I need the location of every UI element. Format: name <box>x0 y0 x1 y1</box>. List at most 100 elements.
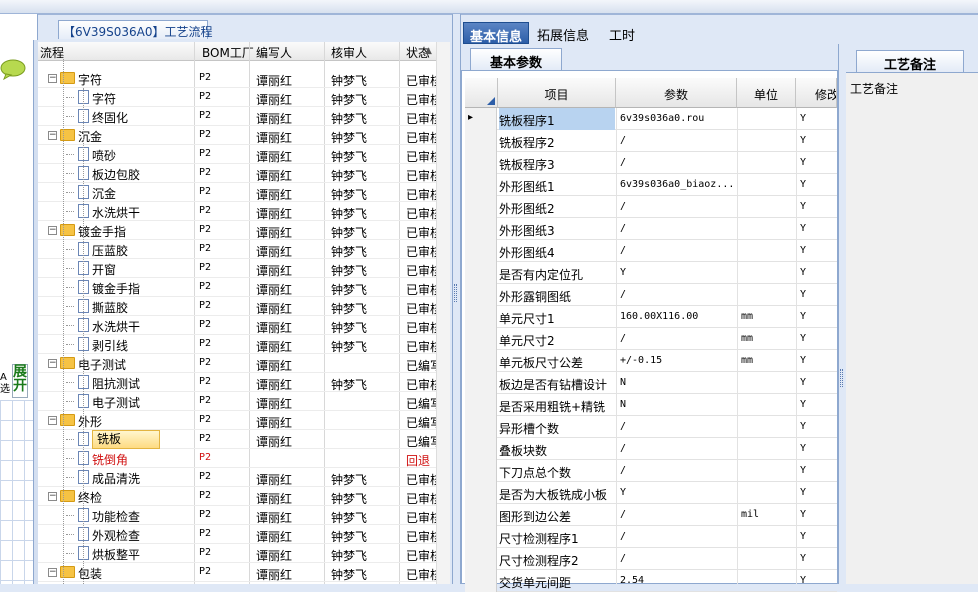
tree-row[interactable]: − 镀金手指 P2 谭丽红 钟梦飞 已审核 <box>38 221 436 240</box>
tree-row[interactable]: − 字符 P2 谭丽红 钟梦飞 已审核 <box>38 69 436 88</box>
row-header[interactable] <box>465 262 497 284</box>
chat-bubble-icon[interactable] <box>0 58 26 80</box>
param-value[interactable]: / <box>620 135 738 146</box>
row-header[interactable] <box>465 152 497 174</box>
row-header[interactable] <box>465 372 497 394</box>
param-row[interactable]: 外形露铜图纸 / Y <box>465 284 837 306</box>
col-value[interactable]: 参数 <box>616 78 737 108</box>
col-process[interactable]: 流程 <box>40 44 64 61</box>
tree-row[interactable]: 撕蓝胶 P2 谭丽红 钟梦飞 已审核 <box>38 297 436 316</box>
tree-row[interactable]: 铣倒角 P2 回退 <box>38 449 436 468</box>
tree-row[interactable]: 开窗 P2 谭丽红 钟梦飞 已审核 <box>38 259 436 278</box>
row-header[interactable] <box>465 548 497 570</box>
param-value[interactable]: 2.54 <box>620 575 738 586</box>
tree-row[interactable]: 铣板 P2 谭丽红 已编写 <box>38 430 436 449</box>
row-header[interactable] <box>465 482 497 504</box>
tree-row[interactable]: 功能检查 P2 谭丽红 钟梦飞 已审核 <box>38 506 436 525</box>
param-value[interactable]: / <box>620 289 738 300</box>
col-reviewer[interactable]: 核审人 <box>331 44 367 61</box>
param-row[interactable]: 是否采用粗铣+精铣 N Y <box>465 394 837 416</box>
row-header[interactable] <box>465 306 497 328</box>
param-row[interactable]: 外形图纸2 / Y <box>465 196 837 218</box>
tree-row[interactable]: 沉金 P2 谭丽红 钟梦飞 已审核 <box>38 183 436 202</box>
tree-row[interactable]: 电子测试 P2 谭丽红 已编写 <box>38 392 436 411</box>
param-value[interactable]: / <box>620 465 738 476</box>
param-row[interactable]: 交货单元间距 2.54 Y <box>465 570 837 592</box>
row-header[interactable] <box>465 328 497 350</box>
tree-row[interactable]: 终固化 P2 谭丽红 钟梦飞 已审核 <box>38 107 436 126</box>
tree-row[interactable]: 板边包胶 P2 谭丽红 钟梦飞 已审核 <box>38 164 436 183</box>
param-value[interactable]: N <box>620 377 738 388</box>
tab-process-notes[interactable]: 工艺备注 <box>856 50 964 73</box>
col-modify[interactable]: 修改 <box>796 78 837 108</box>
param-row[interactable]: 异形槽个数 / Y <box>465 416 837 438</box>
param-row[interactable]: 单元板尺寸公差 +/-0.15 mm Y <box>465 350 837 372</box>
tab-work-hours[interactable]: 工时 <box>603 22 641 44</box>
tree-row[interactable]: 阻抗测试 P2 谭丽红 钟梦飞 已审核 <box>38 373 436 392</box>
row-header[interactable]: ▸ <box>465 108 497 130</box>
right-splitter[interactable] <box>838 44 846 584</box>
tree-row[interactable]: − 终检 P2 谭丽红 钟梦飞 已审核 <box>38 487 436 506</box>
param-value[interactable]: / <box>620 333 738 344</box>
tree-row[interactable]: 水洗烘干 P2 谭丽红 钟梦飞 已审核 <box>38 202 436 221</box>
row-header[interactable] <box>465 196 497 218</box>
tree-scrollbar[interactable] <box>436 42 450 584</box>
row-header[interactable] <box>465 504 497 526</box>
tree-row[interactable]: 字符 P2 谭丽红 钟梦飞 已审核 <box>38 88 436 107</box>
row-header[interactable] <box>465 240 497 262</box>
tree-row[interactable]: 成品清洗 P2 谭丽红 钟梦飞 已审核 <box>38 468 436 487</box>
param-value[interactable]: / <box>620 245 738 256</box>
tree-row[interactable]: 压蓝胶 P2 谭丽红 钟梦飞 已审核 <box>38 240 436 259</box>
tab-basic-info[interactable]: 基本信息 <box>463 22 530 45</box>
splitter-grip[interactable] <box>840 369 843 387</box>
param-row[interactable]: 单元尺寸2 /mm Y <box>465 328 837 350</box>
tree-row[interactable]: 剥引线 P2 谭丽红 钟梦飞 已审核 <box>38 335 436 354</box>
tree-row[interactable]: − 包装 P2 谭丽红 钟梦飞 已审核 <box>38 563 436 582</box>
col-bom[interactable]: BOM工厂 <box>202 44 254 61</box>
param-value[interactable]: / <box>620 509 738 520</box>
expand-button[interactable]: 展开 <box>12 364 28 398</box>
param-value[interactable]: 6v39s036a0.rou <box>620 113 738 124</box>
tree-row[interactable]: 烘板整平 P2 谭丽红 钟梦飞 已审核 <box>38 544 436 563</box>
tree-panel-tab[interactable]: 【6V39S036A0】工艺流程 <box>58 20 212 39</box>
tree-row[interactable]: − 电子测试 P2 谭丽红 已编写 <box>38 354 436 373</box>
col-unit[interactable]: 单位 <box>737 78 796 108</box>
tree-row[interactable]: − 外形 P2 谭丽红 已编写 <box>38 411 436 430</box>
splitter-grip[interactable] <box>454 284 457 302</box>
col-item[interactable]: 项目 <box>498 78 616 108</box>
row-header[interactable] <box>465 130 497 152</box>
tree-row[interactable]: 喷砂 P2 谭丽红 钟梦飞 已审核 <box>38 145 436 164</box>
param-value[interactable]: / <box>620 443 738 454</box>
param-value[interactable]: / <box>620 201 738 212</box>
center-splitter[interactable] <box>452 14 461 584</box>
param-row[interactable]: 尺寸检测程序2 / Y <box>465 548 837 570</box>
row-header[interactable] <box>465 526 497 548</box>
param-row[interactable]: ▸ 铣板程序1 6v39s036a0.rou Y <box>465 108 837 130</box>
tab-basic-params[interactable]: 基本参数 <box>470 48 562 71</box>
param-row[interactable]: 外形图纸1 6v39s036a0_biaoz... Y <box>465 174 837 196</box>
param-row[interactable]: 铣板程序3 / Y <box>465 152 837 174</box>
row-header[interactable] <box>465 174 497 196</box>
tree-row[interactable]: 镀金手指 P2 谭丽红 钟梦飞 已审核 <box>38 278 436 297</box>
collapse-toggle-icon[interactable]: − <box>48 131 57 140</box>
param-value[interactable]: +/-0.15 <box>620 355 738 366</box>
param-value[interactable]: N <box>620 399 738 410</box>
tree-row[interactable]: 水洗烘干 P2 谭丽红 钟梦飞 已审核 <box>38 316 436 335</box>
param-value[interactable]: 6v39s036a0_biaoz... <box>620 179 738 190</box>
tree-row[interactable]: 外观检查 P2 谭丽红 钟梦飞 已审核 <box>38 525 436 544</box>
row-header[interactable] <box>465 416 497 438</box>
param-row[interactable]: 图形到边公差 / mil Y <box>465 504 837 526</box>
param-row[interactable]: 下刀点总个数 / Y <box>465 460 837 482</box>
row-header[interactable] <box>465 284 497 306</box>
collapse-toggle-icon[interactable]: − <box>48 492 57 501</box>
row-header[interactable] <box>465 460 497 482</box>
row-header[interactable] <box>465 218 497 240</box>
param-row[interactable]: 单元尺寸1 160.00X116.00 mm Y <box>465 306 837 328</box>
param-value[interactable]: / <box>620 421 738 432</box>
param-value[interactable]: / <box>620 223 738 234</box>
param-row[interactable]: 尺寸检测程序1 / Y <box>465 526 837 548</box>
param-row[interactable]: 板边是否有钻槽设计 N Y <box>465 372 837 394</box>
param-row[interactable]: 外形图纸4 / Y <box>465 240 837 262</box>
param-row[interactable]: 是否有内定位孔 Y Y <box>465 262 837 284</box>
param-value[interactable]: 160.00X116.00 <box>620 311 738 322</box>
